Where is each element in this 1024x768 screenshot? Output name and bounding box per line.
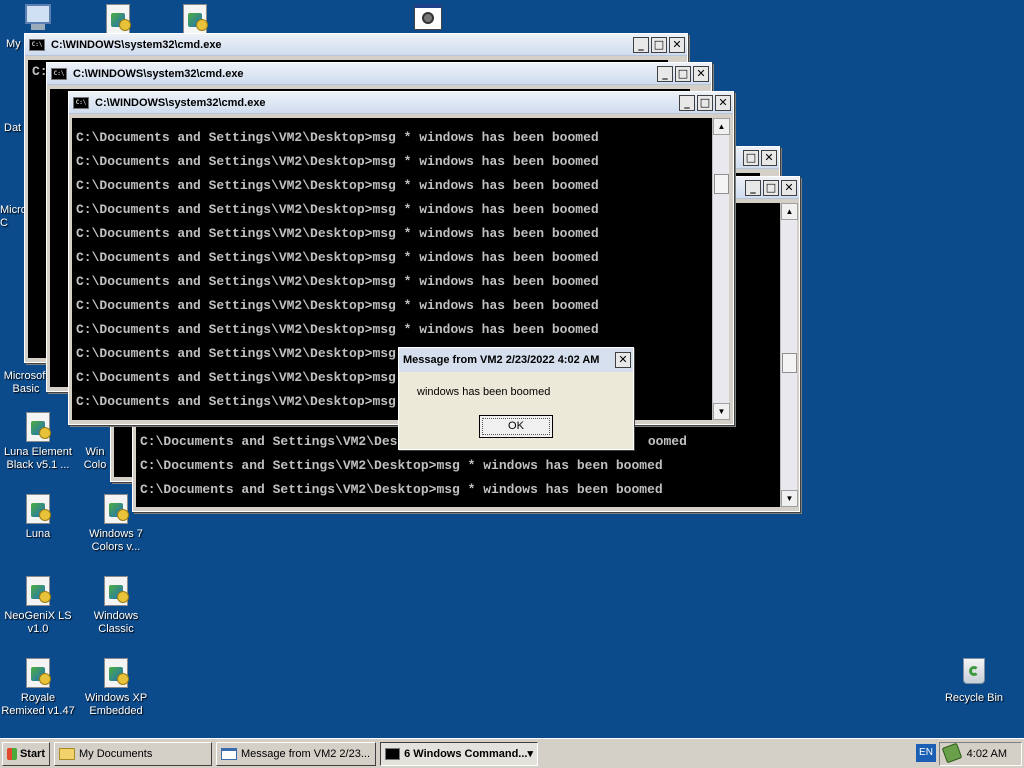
console-line: C:\Documents and Settings\VM2\Desktop>ms… [76, 178, 599, 193]
console-line: C:\Documents and Settings\VM2\Desktop>ms… [140, 458, 663, 473]
maximize-button[interactable]: □ [743, 149, 759, 166]
close-button[interactable]: ✕ [669, 36, 685, 53]
windows-flag-icon [7, 747, 17, 760]
ok-button[interactable]: OK [479, 415, 553, 438]
document-icon [24, 576, 52, 606]
taskbar: Start My Documents Message from VM2 2/23… [0, 738, 1024, 768]
desktop-icon-windows-classic[interactable]: Windows Classic [78, 576, 154, 636]
desktop-icon-royale-remixed[interactable]: Royale Remixed v1.47 [0, 658, 76, 718]
vertical-scrollbar[interactable]: ▲ ▼ [780, 203, 798, 507]
dialog-title-bar[interactable]: Message from VM2 2/23/2022 4:02 AM ✕ [399, 348, 633, 372]
console-line: C:\Documents and Settings\VM2\Desktop>ms… [76, 202, 599, 217]
console-line: C:\Documents and Settings\VM2\Desktop>ms… [76, 274, 599, 289]
console-line: C:\Documents and Settings\VM2\Desktop>ms… [76, 154, 599, 169]
close-button[interactable]: ✕ [781, 179, 797, 196]
folder-icon [59, 747, 75, 760]
cmd-app-icon: C:\ [29, 38, 45, 51]
window-icon [221, 747, 237, 760]
title-bar[interactable]: C:\ C:\WINDOWS\system32\cmd.exe _ □ ✕ [47, 63, 711, 85]
maximize-button[interactable]: □ [675, 65, 691, 82]
console-line: C:\Documents and Settings\VM2\Desktop>ms… [76, 250, 599, 265]
cmd-app-icon: C:\ [73, 96, 89, 109]
cmd-icon [385, 747, 401, 760]
close-button[interactable]: ✕ [615, 352, 631, 368]
desktop-icon-neogenix[interactable]: NeoGeniX LS v1.0 [0, 576, 76, 636]
vertical-scrollbar[interactable]: ▲ ▼ [712, 118, 730, 420]
desktop-icon-luna[interactable]: Luna [0, 494, 76, 541]
language-indicator[interactable]: EN [916, 744, 936, 762]
maximize-button[interactable]: □ [651, 36, 667, 53]
cmd-app-icon: C:\ [51, 67, 67, 80]
taskbar-item-message[interactable]: Message from VM2 2/23... [216, 741, 376, 766]
document-icon [24, 658, 52, 688]
document-icon [24, 494, 52, 524]
console-line: C:\Documents and Settings\VM2\Desktop>ms… [76, 298, 599, 313]
desktop-icon-recycle-bin[interactable]: Recycle Bin [936, 658, 1012, 705]
document-icon [104, 4, 132, 34]
document-icon [102, 494, 130, 524]
computer-icon [24, 4, 52, 34]
maximize-button[interactable]: □ [763, 179, 779, 196]
close-button[interactable]: ✕ [693, 65, 709, 82]
scroll-thumb[interactable] [714, 174, 729, 194]
maximize-button[interactable]: □ [697, 94, 713, 111]
minimize-button[interactable]: _ [745, 179, 761, 196]
minimize-button[interactable]: _ [679, 94, 695, 111]
desktop-icon-luna-element[interactable]: Luna Element Black v5.1 ... [0, 412, 76, 472]
message-text: windows has been boomed [417, 386, 551, 398]
console-line: C:\Documents and Settings\VM2\Desktop>ms… [76, 322, 599, 337]
scroll-down-button[interactable]: ▼ [781, 490, 798, 507]
dialog-title: Message from VM2 2/23/2022 4:02 AM [403, 354, 600, 366]
close-button[interactable]: ✕ [715, 94, 731, 111]
taskbar-item-command-group[interactable]: 6 Windows Command... ▾ [380, 741, 538, 766]
dropdown-icon: ▾ [527, 748, 533, 760]
close-button[interactable]: ✕ [761, 149, 777, 166]
title-bar[interactable]: C:\ C:\WINDOWS\system32\cmd.exe _ □ ✕ [69, 92, 733, 114]
document-icon [24, 412, 52, 442]
document-icon [102, 658, 130, 688]
title-bar[interactable]: C:\ C:\WINDOWS\system32\cmd.exe _ □ ✕ [25, 34, 687, 56]
gear-app-icon [414, 4, 442, 34]
document-icon [181, 4, 209, 34]
console-line: C:\Documents and Settings\VM2\Desktop>ms… [140, 482, 663, 497]
start-button[interactable]: Start [2, 741, 50, 766]
taskbar-item-my-documents[interactable]: My Documents [54, 741, 212, 766]
minimize-button[interactable]: _ [657, 65, 673, 82]
scroll-thumb[interactable] [782, 353, 797, 373]
scroll-down-button[interactable]: ▼ [713, 403, 730, 420]
clock[interactable]: 4:02 AM [967, 748, 1007, 760]
desktop-icon-windows-xp-embedded[interactable]: Windows XP Embedded [78, 658, 154, 718]
console-line: C:\Documents and Settings\VM2\Desktop>ms… [76, 226, 599, 241]
message-dialog[interactable]: Message from VM2 2/23/2022 4:02 AM ✕ win… [398, 347, 634, 450]
recycle-bin-icon [960, 658, 988, 688]
console-line: C:\Documents and Settings\VM2\Desktop>ms… [76, 130, 599, 145]
document-icon [102, 576, 130, 606]
minimize-button[interactable]: _ [633, 36, 649, 53]
scroll-up-button[interactable]: ▲ [781, 203, 798, 220]
scroll-up-button[interactable]: ▲ [713, 118, 730, 135]
